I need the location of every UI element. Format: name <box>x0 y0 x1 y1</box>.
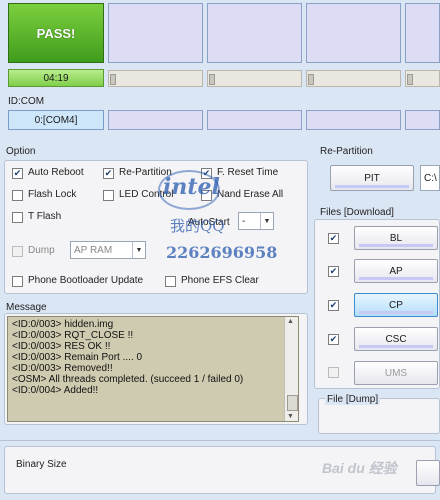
pass-text: PASS! <box>36 25 76 41</box>
watermark-ring-icon <box>158 170 220 210</box>
port-status-5 <box>405 3 440 63</box>
message-scrollbar[interactable]: ▲ ▼ <box>284 317 298 421</box>
pit-path-text: C:\ <box>424 172 437 184</box>
led-control-checkbox[interactable] <box>103 190 114 201</box>
cp-button[interactable]: CP <box>354 293 438 317</box>
phone-bootloader-update-label: Phone Bootloader Update <box>28 275 144 286</box>
watermark-number-text: 2262696958 <box>166 243 278 262</box>
binary-size-label: Binary Size <box>16 459 67 470</box>
ums-button[interactable]: UMS <box>354 361 438 385</box>
id-com-label: ID:COM <box>8 96 45 107</box>
scroll-up-icon[interactable]: ▲ <box>287 318 294 325</box>
port-status-2 <box>108 3 203 63</box>
com-port-cell[interactable]: 0:[COM4] <box>8 110 104 130</box>
baidu-watermark-text: Bai du 经验 <box>322 460 397 476</box>
ums-checkbox[interactable] <box>328 367 339 378</box>
files-download-title: Files [Download] <box>320 207 394 218</box>
phone-bootloader-update-checkbox[interactable] <box>12 276 23 287</box>
option-title: Option <box>6 146 36 157</box>
log-line: <ID:0/003> Remain Port .... 0 <box>12 352 143 363</box>
com-cell-4[interactable] <box>306 110 401 130</box>
dump-type-value: AP RAM <box>74 244 113 256</box>
elapsed-timer: 04:19 <box>8 69 104 87</box>
pass-status: PASS! <box>8 3 104 63</box>
autostart-select[interactable]: - ▼ <box>238 212 274 230</box>
csc-checkbox[interactable]: ✔ <box>328 334 339 345</box>
progress-bar-2 <box>108 70 203 87</box>
watermark-qq: 我的QQ <box>170 215 225 236</box>
com-cell-3[interactable] <box>207 110 302 130</box>
chevron-down-icon: ▼ <box>132 242 145 258</box>
log-line: <ID:0/003> RQT_CLOSE !! <box>12 330 134 341</box>
re-partition-checkbox[interactable]: ✔ <box>103 168 114 179</box>
cp-checkbox[interactable]: ✔ <box>328 300 339 311</box>
bl-button-label: BL <box>389 232 403 244</box>
com-cell-2[interactable] <box>108 110 203 130</box>
port-status-3 <box>207 3 302 63</box>
log-line: <ID:0/003> RES OK !! <box>12 341 111 352</box>
com-port-text: 0:[COM4] <box>34 114 78 126</box>
csc-button-label: CSC <box>385 333 407 345</box>
ap-button[interactable]: AP <box>354 259 438 283</box>
dump-type-select[interactable]: AP RAM ▼ <box>70 241 146 259</box>
flash-lock-label: Flash Lock <box>28 189 77 200</box>
com-cell-5[interactable] <box>405 110 440 130</box>
f-reset-time-label: F. Reset Time <box>217 167 279 178</box>
log-line: <OSM> All threads completed. (succeed 1 … <box>12 374 244 385</box>
file-dump-title: File [Dump] <box>325 394 381 405</box>
baidu-watermark: Bai du 经验 <box>322 458 397 478</box>
bottom-divider <box>0 440 440 441</box>
timer-text: 04:19 <box>43 72 69 84</box>
cp-button-label: CP <box>389 299 403 311</box>
phone-efs-clear-checkbox[interactable] <box>165 276 176 287</box>
pit-button[interactable]: PIT <box>330 165 414 191</box>
log-line: <ID:0/003> Removed!! <box>12 363 113 374</box>
csc-button[interactable]: CSC <box>354 327 438 351</box>
bottom-right-button[interactable] <box>416 460 440 486</box>
bl-button[interactable]: BL <box>354 226 438 250</box>
auto-reboot-label: Auto Reboot <box>28 167 84 178</box>
log-line: <ID:0/003> hidden.img <box>12 319 114 330</box>
ap-checkbox[interactable]: ✔ <box>328 266 339 277</box>
progress-bar-3 <box>207 70 302 87</box>
nand-erase-all-label: Nand Erase All <box>217 189 284 200</box>
repartition-title: Re-Partition <box>320 146 373 157</box>
phone-efs-clear-label: Phone EFS Clear <box>181 275 259 286</box>
dump-label: Dump <box>28 245 55 256</box>
t-flash-label: T Flash <box>28 211 62 222</box>
pit-path-field[interactable]: C:\ <box>420 165 440 191</box>
autostart-value: - <box>242 215 246 227</box>
watermark-number: 2262696958 <box>166 243 277 262</box>
message-log[interactable]: <ID:0/003> hidden.img <ID:0/003> RQT_CLO… <box>7 316 299 422</box>
chevron-down-icon: ▼ <box>260 213 273 229</box>
bl-checkbox[interactable]: ✔ <box>328 233 339 244</box>
auto-reboot-checkbox[interactable]: ✔ <box>12 168 23 179</box>
message-title: Message <box>6 302 47 313</box>
port-status-4 <box>306 3 401 63</box>
ap-button-label: AP <box>389 265 403 277</box>
dump-checkbox[interactable] <box>12 246 23 257</box>
t-flash-checkbox[interactable] <box>12 212 23 223</box>
watermark-qq-text: 我的QQ <box>170 217 225 235</box>
progress-bar-4 <box>306 70 401 87</box>
scroll-thumb[interactable] <box>287 395 298 411</box>
flash-lock-checkbox[interactable] <box>12 190 23 201</box>
pit-button-label: PIT <box>364 172 380 184</box>
progress-bar-5 <box>405 70 440 87</box>
log-line: <ID:0/004> Added!! <box>12 385 99 396</box>
scroll-down-icon[interactable]: ▼ <box>287 413 294 420</box>
ums-button-label: UMS <box>384 367 408 379</box>
